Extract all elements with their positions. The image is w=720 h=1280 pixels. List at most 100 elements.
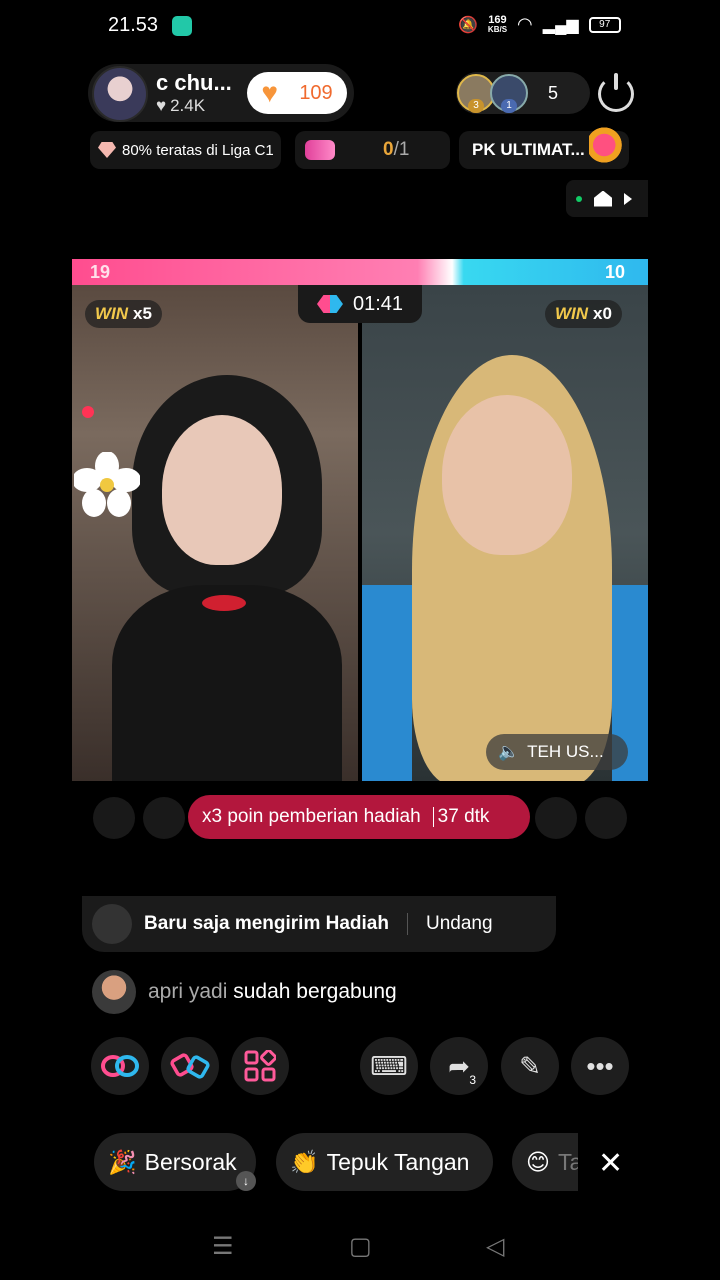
- pk-tool-button[interactable]: [161, 1037, 219, 1095]
- share-count: 3: [469, 1073, 476, 1087]
- link-icon: [101, 1055, 139, 1077]
- reaction-more[interactable]: 😊 Ta: [512, 1133, 578, 1191]
- join-text: sudah bergabung: [233, 980, 397, 1003]
- pk-battle-icon: [170, 1053, 210, 1079]
- more-icon: •••: [586, 1050, 614, 1081]
- link-tool-button[interactable]: [91, 1037, 149, 1095]
- win-label: WIN: [95, 304, 129, 323]
- heart-icon: ♥: [156, 96, 167, 115]
- pk-right-score: 10: [605, 262, 626, 282]
- league-chip[interactable]: 80% teratas di Liga C1: [90, 131, 281, 169]
- host-video-left[interactable]: [72, 285, 358, 781]
- progress-chip[interactable]: 0/1: [295, 131, 450, 169]
- gifter-avatar[interactable]: [585, 797, 627, 839]
- pk-left-score: 19: [90, 262, 111, 282]
- close-icon[interactable]: ✕: [598, 1146, 623, 1181]
- reaction-label: Ta: [557, 1148, 578, 1175]
- left-win-streak: WIN x5: [85, 300, 162, 328]
- record-dot: [82, 406, 94, 418]
- pk-mode-chip[interactable]: PK ULTIMAT...: [459, 127, 629, 169]
- host-avatar[interactable]: [92, 66, 148, 122]
- win-count: x5: [133, 304, 152, 323]
- host-name[interactable]: c chu...: [156, 70, 232, 96]
- play-icon: [624, 192, 632, 205]
- gifter-avatar[interactable]: [143, 797, 185, 839]
- gifter-avatar: [92, 904, 132, 944]
- status-time: 21.53: [108, 14, 159, 36]
- power-icon[interactable]: [598, 73, 634, 112]
- gift-message: Baru saja mengirim Hadiah: [144, 913, 389, 934]
- party-popper-icon: 🎉: [108, 1148, 137, 1175]
- pk-timer-value: 01:41: [352, 292, 404, 315]
- net-speed-unit: KB/S: [487, 24, 508, 34]
- net-speed: 169 KB/S: [487, 13, 508, 35]
- home-nav-icon[interactable]: ▢: [349, 1232, 372, 1261]
- car-icon: [305, 140, 335, 160]
- viewer-rank-badge: 1: [501, 99, 517, 113]
- body-shape: [112, 585, 342, 781]
- wifi-icon: ◠: [517, 14, 533, 34]
- user-avatar[interactable]: [92, 970, 136, 1014]
- net-speed-value: 169: [488, 13, 507, 26]
- reaction-cheer[interactable]: 🎉 Bersorak ↓: [94, 1133, 256, 1191]
- battery-icon: 97: [588, 16, 621, 33]
- join-username[interactable]: apri yadi: [148, 980, 227, 1003]
- download-badge-icon: ↓: [236, 1171, 256, 1191]
- crystal-icon: [589, 127, 627, 167]
- gift-divider: [406, 913, 408, 935]
- chat-icon: ⌨: [370, 1050, 408, 1081]
- reaction-label: Tepuk Tangan: [326, 1148, 470, 1175]
- magic-tool-button[interactable]: ✎: [501, 1037, 559, 1095]
- progress-total: /1: [393, 139, 410, 160]
- face-shape: [442, 395, 572, 555]
- signal-icon: ▂▄▆: [542, 16, 579, 34]
- pk-icon: [316, 295, 343, 313]
- league-label: 80% teratas di Liga C1: [122, 141, 274, 159]
- status-indicators: 🔕 169 KB/S ◠ ▂▄▆ 97: [458, 14, 621, 35]
- diamond-icon: [98, 142, 116, 158]
- pk-timer: 01:41: [298, 285, 422, 323]
- reaction-label: Bersorak: [144, 1148, 237, 1175]
- back-icon[interactable]: ◁: [486, 1232, 504, 1261]
- home-icon: [594, 190, 612, 207]
- viewer-count[interactable]: 5: [548, 83, 558, 104]
- heart-icon: ♥: [261, 77, 278, 108]
- apps-grid-icon: [244, 1050, 276, 1082]
- invite-button[interactable]: Undang: [426, 913, 493, 935]
- smile-icon: 😊: [526, 1148, 550, 1175]
- sleeve-shape: [362, 585, 412, 781]
- apps-tool-button[interactable]: [231, 1037, 289, 1095]
- gift-boost-banner: x3 poin pemberian hadiah 37 dtk: [188, 795, 530, 839]
- clap-icon: 👏: [290, 1148, 319, 1175]
- opponent-audio-button[interactable]: 🔈 TEH US...: [486, 734, 628, 770]
- reaction-clap[interactable]: 👏 Tepuk Tangan: [276, 1133, 493, 1191]
- magic-wand-icon: ✎: [519, 1050, 541, 1081]
- gifter-avatar[interactable]: [93, 797, 135, 839]
- win-label: WIN: [555, 304, 589, 323]
- boost-timer: 37 dtk: [437, 806, 490, 827]
- win-count: x0: [593, 304, 612, 323]
- lips-shape: [202, 595, 246, 611]
- share-button[interactable]: ➦ 3: [430, 1037, 488, 1095]
- progress-done: 0: [383, 139, 394, 160]
- gifter-avatar[interactable]: [535, 797, 577, 839]
- chat-app-icon: [172, 16, 192, 36]
- speaker-icon: 🔈: [498, 742, 520, 761]
- more-button[interactable]: •••: [571, 1037, 629, 1095]
- boost-text: x3 poin pemberian hadiah: [202, 806, 421, 827]
- host-likes-count: 2.4K: [170, 96, 206, 115]
- share-icon: ➦: [448, 1050, 470, 1081]
- comment-tool-button[interactable]: ⌨: [360, 1037, 418, 1095]
- follow-button[interactable]: ♥ 109: [247, 72, 347, 114]
- opponent-name: TEH US...: [527, 742, 604, 761]
- right-win-streak: WIN x0: [545, 300, 622, 328]
- mini-controls[interactable]: [566, 180, 648, 217]
- menu-icon[interactable]: ☰: [212, 1232, 234, 1261]
- top-viewer-avatar[interactable]: 1: [490, 74, 528, 113]
- opponent-video-right[interactable]: [362, 285, 648, 781]
- follow-count: 109: [299, 81, 333, 104]
- gift-notification[interactable]: Baru saja mengirim Hadiah Undang: [82, 896, 556, 952]
- flower-icon: [74, 452, 140, 517]
- mute-bell-icon: 🔕: [458, 16, 478, 34]
- face-shape: [162, 415, 282, 565]
